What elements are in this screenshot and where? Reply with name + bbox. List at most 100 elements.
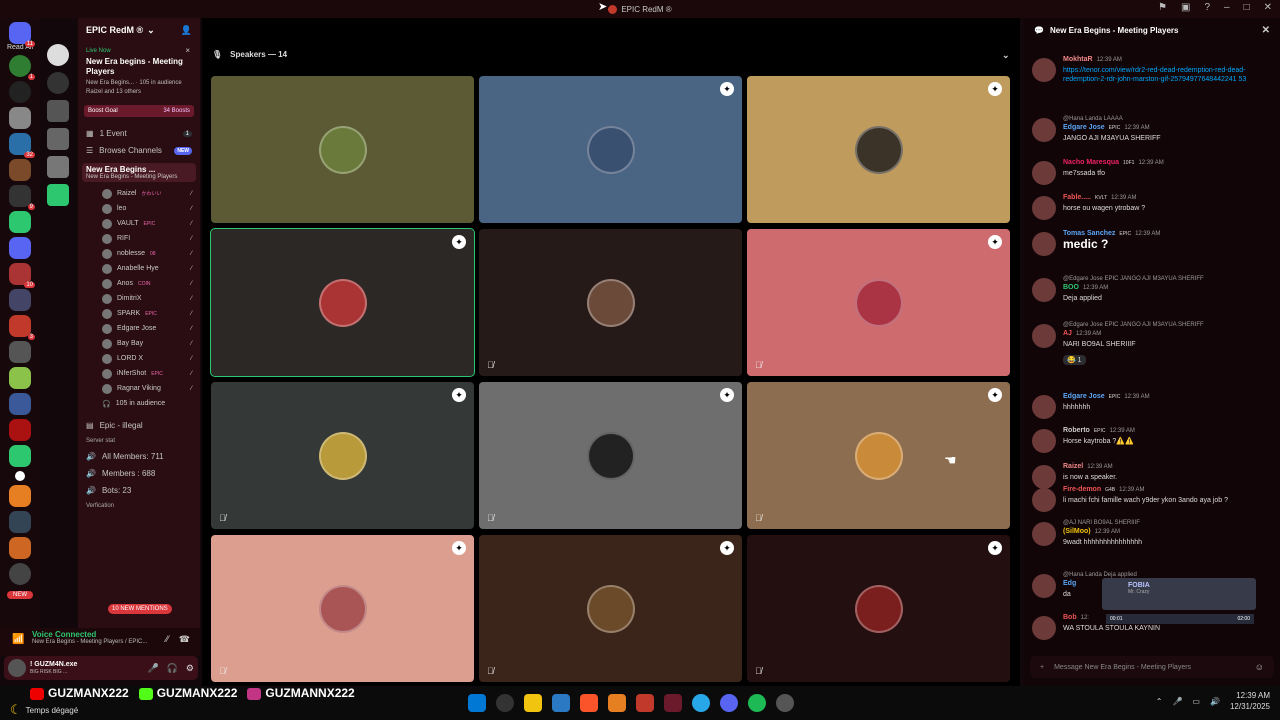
- server-icon[interactable]: [47, 72, 69, 94]
- volume-icon[interactable]: 🔊: [1210, 697, 1220, 706]
- reply-reference[interactable]: @Edgare Jose EPIC JANGO AJI M3AYUA SHERI…: [1063, 276, 1272, 282]
- speaker-tile[interactable]: ✦ 🎙̸: [747, 229, 1010, 376]
- avatar[interactable]: [1032, 395, 1056, 419]
- chat-message[interactable]: Nacho Maresqua 10F1 12:39 AM me7ssada tfo: [1032, 159, 1272, 185]
- mute-icon[interactable]: 🎤: [147, 663, 158, 674]
- server-icon[interactable]: [9, 341, 31, 363]
- server-icon[interactable]: [9, 237, 31, 259]
- minimize-button[interactable]: –: [1224, 2, 1230, 13]
- server-icon[interactable]: [9, 81, 31, 103]
- steam-icon[interactable]: [776, 694, 794, 712]
- username[interactable]: (SilMoo): [1063, 528, 1091, 535]
- message-text[interactable]: https://tenor.com/view/rdr2-red-dead-red…: [1063, 66, 1272, 84]
- server-icon[interactable]: [9, 211, 31, 233]
- new-mentions-badge[interactable]: 10 NEW MENTIONS: [108, 604, 172, 614]
- server-icon[interactable]: [15, 471, 25, 481]
- server-icon[interactable]: [9, 367, 31, 389]
- server-icon[interactable]: [47, 184, 69, 206]
- server-icon[interactable]: 10: [9, 263, 35, 288]
- close-icon[interactable]: ✕: [1262, 25, 1270, 36]
- chat-message[interactable]: Tomas Sanchez EPIC 12:39 AM medic ?: [1032, 230, 1272, 256]
- discord-icon[interactable]: [720, 694, 738, 712]
- avatar[interactable]: [1032, 232, 1056, 256]
- server-icon[interactable]: 1: [9, 55, 35, 80]
- username[interactable]: Nacho Maresqua: [1063, 159, 1119, 166]
- boost-goal[interactable]: Boost Goal 34 Boosts: [84, 105, 194, 117]
- noise-suppression-icon[interactable]: ⁄⁄: [166, 634, 169, 645]
- network-icon[interactable]: ▭: [1192, 697, 1200, 706]
- avatar[interactable]: [1032, 616, 1056, 640]
- username[interactable]: BOO: [1063, 284, 1079, 291]
- server-header[interactable]: EPIC RedM ® ⌄ 👤: [78, 18, 200, 42]
- weather-widget[interactable]: ☾ Temps dégagé: [10, 702, 78, 718]
- server-icon[interactable]: [9, 511, 31, 533]
- headphones-icon[interactable]: 🎧: [167, 663, 178, 674]
- avatar[interactable]: [1032, 278, 1056, 302]
- reaction[interactable]: 😂 1: [1063, 355, 1086, 365]
- close-icon[interactable]: ×: [185, 46, 190, 55]
- stage-member[interactable]: SPARK EPIC ⁄: [78, 306, 200, 321]
- stage-member[interactable]: LORD X ⁄: [78, 351, 200, 366]
- server-icon[interactable]: 9: [9, 185, 35, 210]
- username[interactable]: Fable.....: [1063, 194, 1091, 201]
- stage-member[interactable]: iNferShot EPIC ⁄: [78, 366, 200, 381]
- username[interactable]: Roberto: [1063, 427, 1090, 434]
- speaker-tile[interactable]: [211, 76, 474, 223]
- server-icon[interactable]: [47, 100, 69, 122]
- speaker-tile[interactable]: ✦ 🎙̸: [747, 382, 1010, 529]
- category-server-stat[interactable]: Server stat: [78, 434, 200, 448]
- stage-member[interactable]: Bay Bay ⁄: [78, 336, 200, 351]
- speaker-tile[interactable]: ✦ 🎙̸: [211, 382, 474, 529]
- stage-member[interactable]: leo ⁄: [78, 201, 200, 216]
- server-icon[interactable]: [9, 159, 31, 181]
- chat-message[interactable]: @Hana Landa LAAAA Edgare Jose EPIC 12:39 AM…: [1032, 116, 1272, 143]
- username[interactable]: Tomas Sanchez: [1063, 230, 1115, 237]
- browse-channels-row[interactable]: ☰ Browse Channels NEW: [78, 142, 200, 159]
- start-icon[interactable]: [468, 694, 486, 712]
- dm-home-button[interactable]: 11: [9, 22, 35, 47]
- username[interactable]: Fire-demon: [1063, 486, 1101, 493]
- telegram-icon[interactable]: [692, 694, 710, 712]
- stage-member[interactable]: Edgare Jose ⁄: [78, 321, 200, 336]
- stage-channel[interactable]: New Era Begins ... New Era Begins - Meet…: [82, 163, 196, 182]
- server-icon[interactable]: [9, 485, 31, 507]
- avatar[interactable]: [8, 659, 26, 677]
- speaker-tile[interactable]: ✦ 🎙̸: [479, 382, 742, 529]
- stage-member[interactable]: noblesse 08 ⁄: [78, 246, 200, 261]
- reply-reference[interactable]: @AJ NARI BO9AL SHERIIIF: [1063, 520, 1272, 526]
- avatar[interactable]: [1032, 574, 1056, 598]
- speaker-tile[interactable]: ✦: [479, 76, 742, 223]
- username[interactable]: Edgare Jose: [1063, 124, 1105, 131]
- chat-message[interactable]: @Edgare Jose EPIC JANGO AJI M3AYUA SHERI…: [1032, 322, 1272, 367]
- speaker-tile[interactable]: ✦ 🎙̸: [479, 535, 742, 682]
- spotify-icon[interactable]: [748, 694, 766, 712]
- speaker-tile[interactable]: ✦: [747, 76, 1010, 223]
- live-stage-card[interactable]: Live Now × New Era begins - Meeting Play…: [84, 44, 194, 99]
- inbox-icon[interactable]: ▣: [1181, 2, 1190, 13]
- server-icon[interactable]: [47, 156, 69, 178]
- speaker-tile[interactable]: ✦ 🎙̸: [747, 535, 1010, 682]
- category-verification[interactable]: Verfication: [78, 499, 200, 513]
- chat-message[interactable]: Fire-demon G4B 12:39 AM li machi fchi famil…: [1032, 486, 1272, 512]
- chat-message[interactable]: @AJ NARI BO9AL SHERIIIF (SilMoo) 12:39 AM 9…: [1032, 520, 1272, 547]
- stage-member[interactable]: Anos COIN ⁄: [78, 276, 200, 291]
- app-icon[interactable]: [608, 694, 626, 712]
- chevron-up-icon[interactable]: ⌃: [1156, 697, 1163, 706]
- speaker-tile[interactable]: ✦: [210, 228, 475, 377]
- store-icon[interactable]: [552, 694, 570, 712]
- username[interactable]: Edgare Jose: [1063, 393, 1105, 400]
- channel-members[interactable]: 🔊 Members : 688: [78, 465, 200, 482]
- new-servers-badge[interactable]: NEW: [7, 591, 33, 599]
- flag-icon[interactable]: ⚑: [1158, 2, 1167, 13]
- channel-epic-illegal[interactable]: ▤ Epic - illegal: [78, 417, 200, 434]
- username[interactable]: Bob: [1063, 614, 1077, 621]
- speaker-tile[interactable]: ✦ 🎙̸: [211, 535, 474, 682]
- disconnect-icon[interactable]: ☎: [179, 634, 190, 645]
- clock[interactable]: 12:39 AM 12/31/2025: [1230, 690, 1270, 712]
- username[interactable]: Raizel: [1063, 463, 1083, 470]
- avatar[interactable]: [1032, 324, 1056, 348]
- signal-icon[interactable]: 📶: [12, 634, 24, 645]
- stage-member[interactable]: VAULT EPIC ⁄: [78, 216, 200, 231]
- server-icon[interactable]: 3: [9, 315, 35, 340]
- server-icon[interactable]: [9, 393, 31, 415]
